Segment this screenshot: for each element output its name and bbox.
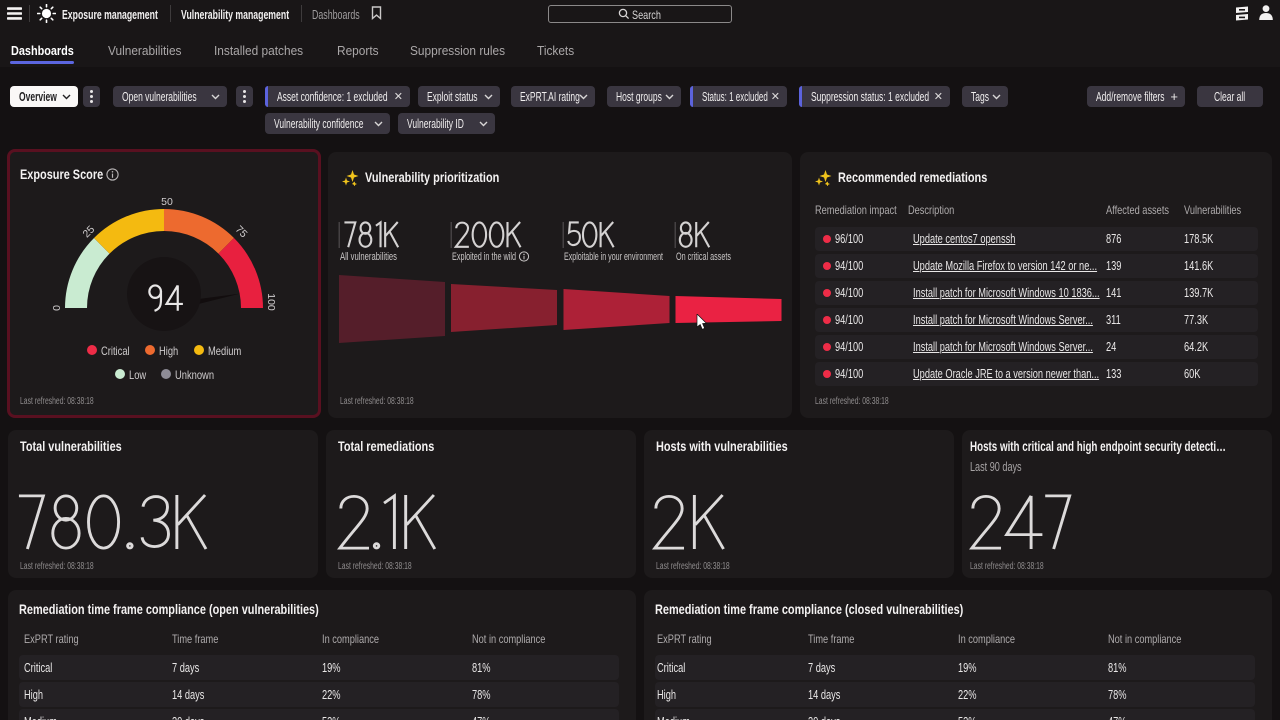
svg-text:On critical assets: On critical assets xyxy=(676,251,731,263)
svg-text:50: 50 xyxy=(161,196,173,208)
svg-text:75: 75 xyxy=(233,224,250,241)
svg-text:Exploited in the wild: Exploited in the wild xyxy=(452,251,516,263)
svg-text:0: 0 xyxy=(51,305,63,311)
svg-text:Exploitable in your environmen: Exploitable in your environment xyxy=(564,251,663,263)
svg-text:100: 100 xyxy=(265,293,277,311)
svg-text:All vulnerabilities: All vulnerabilities xyxy=(340,251,397,263)
